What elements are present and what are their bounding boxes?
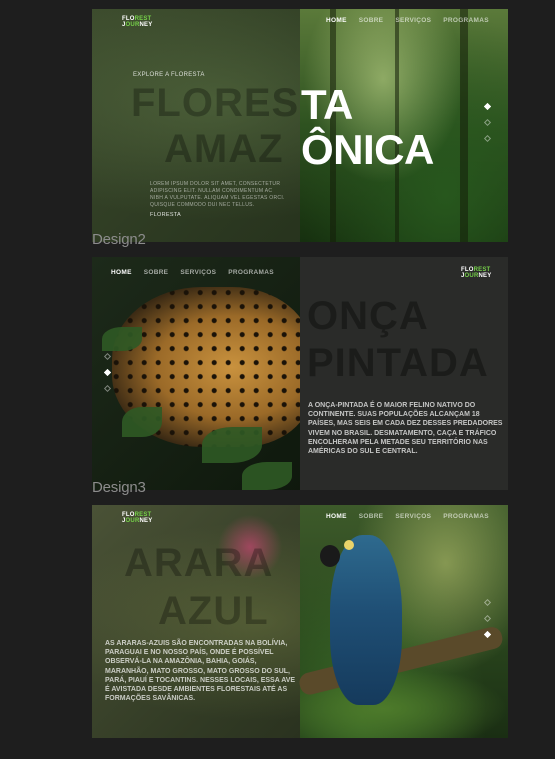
nav-sobre[interactable]: SOBRE xyxy=(359,513,384,520)
title-line2: ÔNICA xyxy=(301,126,434,173)
jaguar-description: A ONÇA-PINTADA É O MAIOR FELINO NATIVO D… xyxy=(308,402,503,456)
slide-dot-3[interactable] xyxy=(483,134,492,143)
logo[interactable]: FLOREST JOURNEY xyxy=(122,512,152,524)
ghost-title-line1: FLORES xyxy=(131,81,300,125)
design2-frame: HOME SOBRE SERVIÇOS PROGRAMAS FLOREST JO… xyxy=(92,257,508,490)
slide-dot-3[interactable] xyxy=(483,630,492,639)
title-line1: TA xyxy=(301,81,353,128)
ghost-title-line1: ARARA xyxy=(124,541,274,585)
macaw xyxy=(330,535,402,705)
nav-programas[interactable]: PROGRAMAS xyxy=(443,17,489,24)
leaf xyxy=(122,407,162,437)
leaf xyxy=(102,327,142,351)
logo[interactable]: FLOREST JOURNEY xyxy=(461,267,491,279)
design3-frame: FLOREST JOURNEY HOME SOBRE SERVIÇOS PROG… xyxy=(92,505,508,738)
nav-programas[interactable]: PROGRAMAS xyxy=(443,513,489,520)
nav-sobre[interactable]: SOBRE xyxy=(359,17,384,24)
slide-dot-2[interactable] xyxy=(483,118,492,127)
logo[interactable]: FLOREST JOURNEY xyxy=(122,16,152,28)
nav-servicos[interactable]: SERVIÇOS xyxy=(395,513,431,520)
slide-dot-1[interactable] xyxy=(103,352,112,361)
slide-dot-3[interactable] xyxy=(103,384,112,393)
slide-dots xyxy=(483,102,492,143)
macaw-photo xyxy=(297,505,508,738)
slide-dot-2[interactable] xyxy=(483,614,492,623)
ghost-title-line2: PINTADA xyxy=(307,341,489,385)
slide-dot-2[interactable] xyxy=(103,368,112,377)
nav-programas[interactable]: PROGRAMAS xyxy=(228,269,274,276)
nav-home[interactable]: HOME xyxy=(326,513,347,520)
leaf xyxy=(242,462,292,490)
slide-dots xyxy=(103,352,112,393)
nav-home[interactable]: HOME xyxy=(326,17,347,24)
design2-label: Design2 xyxy=(92,231,146,248)
forest-link[interactable]: FLORESTA xyxy=(150,212,181,218)
macaw-description: AS ARARAS-AZUIS SÃO ENCONTRADAS NA BOLÍV… xyxy=(105,640,296,703)
leaf xyxy=(202,427,262,463)
main-nav: HOME SOBRE SERVIÇOS PROGRAMAS xyxy=(326,17,489,24)
slide-dot-1[interactable] xyxy=(483,598,492,607)
ghost-title-line2: AZUL xyxy=(158,589,269,633)
nav-servicos[interactable]: SERVIÇOS xyxy=(395,17,431,24)
ghost-title-line1: ONÇA xyxy=(307,294,429,338)
nav-sobre[interactable]: SOBRE xyxy=(144,269,169,276)
main-nav: HOME SOBRE SERVIÇOS PROGRAMAS xyxy=(111,269,274,276)
nav-servicos[interactable]: SERVIÇOS xyxy=(180,269,216,276)
nav-home[interactable]: HOME xyxy=(111,269,132,276)
ghost-title-line2: AMAZ xyxy=(164,127,284,171)
design1-frame: FLOREST JOURNEY HOME SOBRE SERVIÇOS PROG… xyxy=(92,9,508,242)
slide-dots xyxy=(483,598,492,639)
eyebrow: EXPLORE A FLORESTA xyxy=(133,72,205,78)
slide-dot-1[interactable] xyxy=(483,102,492,111)
main-nav: HOME SOBRE SERVIÇOS PROGRAMAS xyxy=(326,513,489,520)
design3-label: Design3 xyxy=(92,479,146,496)
intro-text: LOREM IPSUM DOLOR SIT AMET, CONSECTETUR … xyxy=(150,181,285,208)
